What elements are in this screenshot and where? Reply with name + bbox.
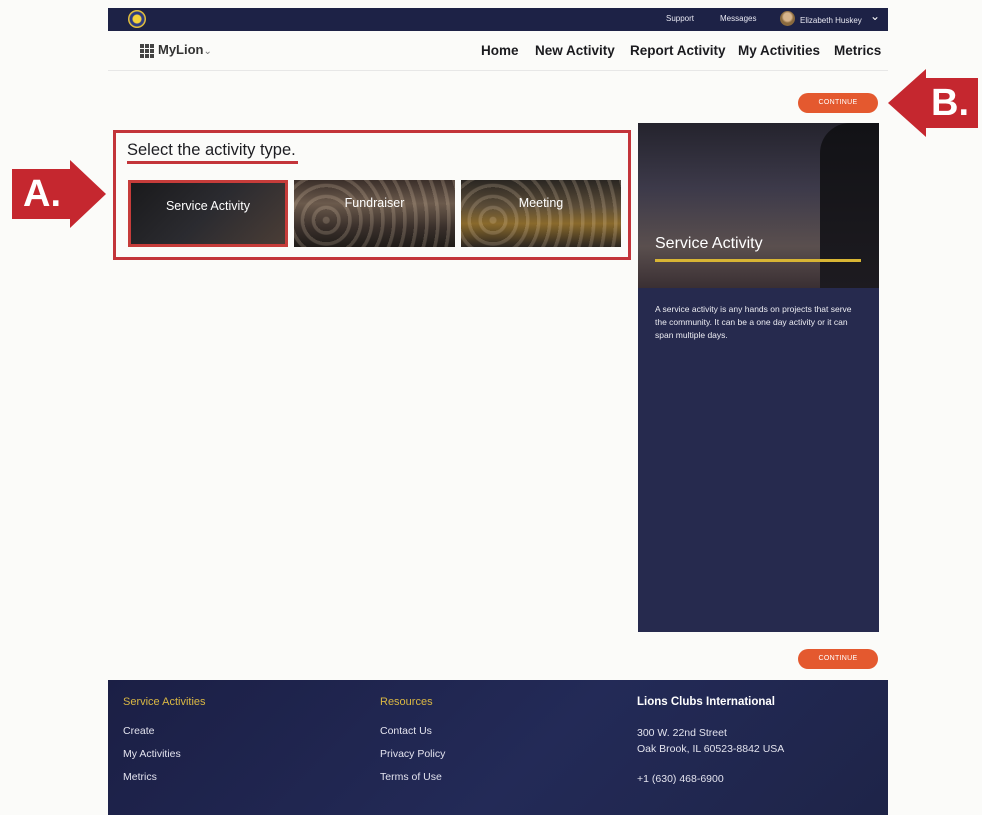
nav-home[interactable]: Home [481, 43, 519, 58]
footer-address-line2: Oak Brook, IL 60523-8842 USA [637, 743, 785, 755]
panel-title-underline [655, 259, 861, 262]
crowd-photo [294, 180, 455, 247]
user-avatar[interactable] [780, 11, 795, 26]
footer-address-line1: 300 W. 22nd Street [637, 727, 727, 739]
tile-fundraiser[interactable]: Fundraiser [294, 180, 455, 247]
chevron-down-icon: ⌄ [203, 46, 212, 57]
footer-link-metrics[interactable]: Metrics [123, 771, 157, 783]
callout-b-arrow [888, 69, 926, 137]
callout-b-label: B. [922, 78, 978, 128]
brand-label: MyLion [158, 42, 204, 57]
nav-metrics[interactable]: Metrics [834, 43, 881, 58]
heading-underline [127, 161, 298, 164]
tile-service-activity[interactable]: Service Activity [128, 180, 288, 247]
silhouette-figure [820, 123, 879, 288]
chevron-down-icon[interactable]: ⌄ [870, 9, 880, 23]
footer-heading-lions: Lions Clubs International [637, 696, 776, 708]
footer-link-create[interactable]: Create [123, 725, 155, 737]
footer-phone: +1 (630) 468-6900 [637, 773, 724, 785]
footer: Service Activities Create My Activities … [108, 680, 888, 815]
crowd-photo [461, 180, 621, 247]
tile-label: Meeting [518, 196, 564, 210]
activity-info-panel: Service Activity A service activity is a… [638, 123, 879, 632]
footer-link-my-activities[interactable]: My Activities [123, 748, 181, 760]
panel-description: A service activity is any hands on proje… [655, 304, 852, 340]
footer-link-contact[interactable]: Contact Us [380, 725, 432, 737]
nav-report-activity[interactable]: Report Activity [630, 43, 726, 58]
user-name[interactable]: Elizabeth Huskey [800, 16, 862, 25]
footer-link-privacy[interactable]: Privacy Policy [380, 748, 445, 760]
nav-new-activity[interactable]: New Activity [535, 43, 615, 58]
footer-heading-service: Service Activities [123, 696, 206, 708]
app-grid-icon [140, 43, 154, 58]
top-bar: Support Messages Elizabeth Huskey ⌄ [108, 8, 888, 31]
continue-button-top[interactable]: CONTINUE [798, 93, 878, 113]
callout-a-label: A. [12, 169, 72, 219]
tile-meeting[interactable]: Meeting [461, 180, 621, 247]
activity-type-heading: Select the activity type. [127, 141, 296, 159]
footer-heading-resources: Resources [380, 696, 433, 708]
tile-label: Fundraiser [344, 196, 405, 210]
panel-hero-image [638, 123, 879, 288]
callout-a-arrow [70, 160, 106, 228]
tile-label: Service Activity [165, 199, 251, 213]
nav-my-activities[interactable]: My Activities [738, 43, 820, 58]
support-link[interactable]: Support [666, 14, 694, 23]
messages-link[interactable]: Messages [720, 14, 756, 23]
mylion-brand-menu[interactable]: MyLion⌄ [140, 42, 212, 58]
lions-logo-icon[interactable] [128, 10, 146, 28]
panel-title: Service Activity [655, 235, 763, 252]
continue-button-bottom[interactable]: CONTINUE [798, 649, 878, 669]
nav-divider [108, 70, 888, 71]
footer-link-terms[interactable]: Terms of Use [380, 771, 442, 783]
